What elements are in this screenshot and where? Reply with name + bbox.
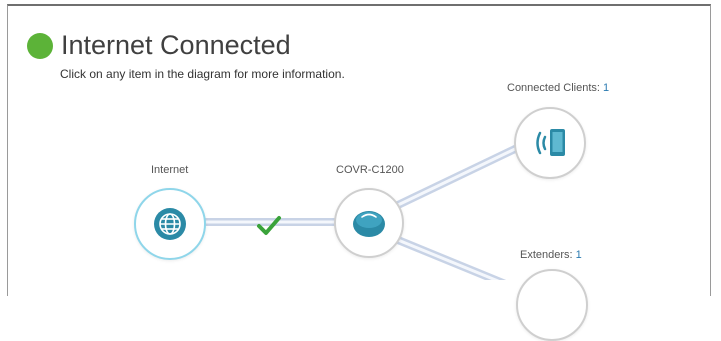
extenders-label: Extenders: 1: [520, 249, 582, 261]
router-node[interactable]: [334, 188, 404, 258]
extenders-count: 1: [575, 249, 582, 261]
connected-clients-text: Connected Clients:: [507, 82, 600, 94]
router-icon: [353, 211, 385, 237]
link-router-extenders: [396, 236, 507, 280]
page-subtitle: Click on any item in the diagram for mor…: [60, 67, 345, 81]
connected-clients-node[interactable]: [514, 107, 586, 179]
wireless-device-icon: [536, 129, 565, 156]
connected-clients-label: Connected Clients: 1: [507, 82, 609, 94]
internet-node[interactable]: [134, 188, 206, 260]
globe-icon: [154, 208, 186, 240]
connected-clients-count: 1: [603, 82, 610, 94]
status-indicator-dot: [27, 33, 53, 59]
internet-label: Internet: [151, 164, 189, 176]
link-router-clients: [396, 144, 519, 209]
router-label: COVR-C1200: [336, 164, 404, 176]
page-title: Internet Connected: [61, 30, 291, 60]
extenders-text: Extenders:: [520, 249, 573, 261]
connected-check-icon: [257, 216, 281, 235]
